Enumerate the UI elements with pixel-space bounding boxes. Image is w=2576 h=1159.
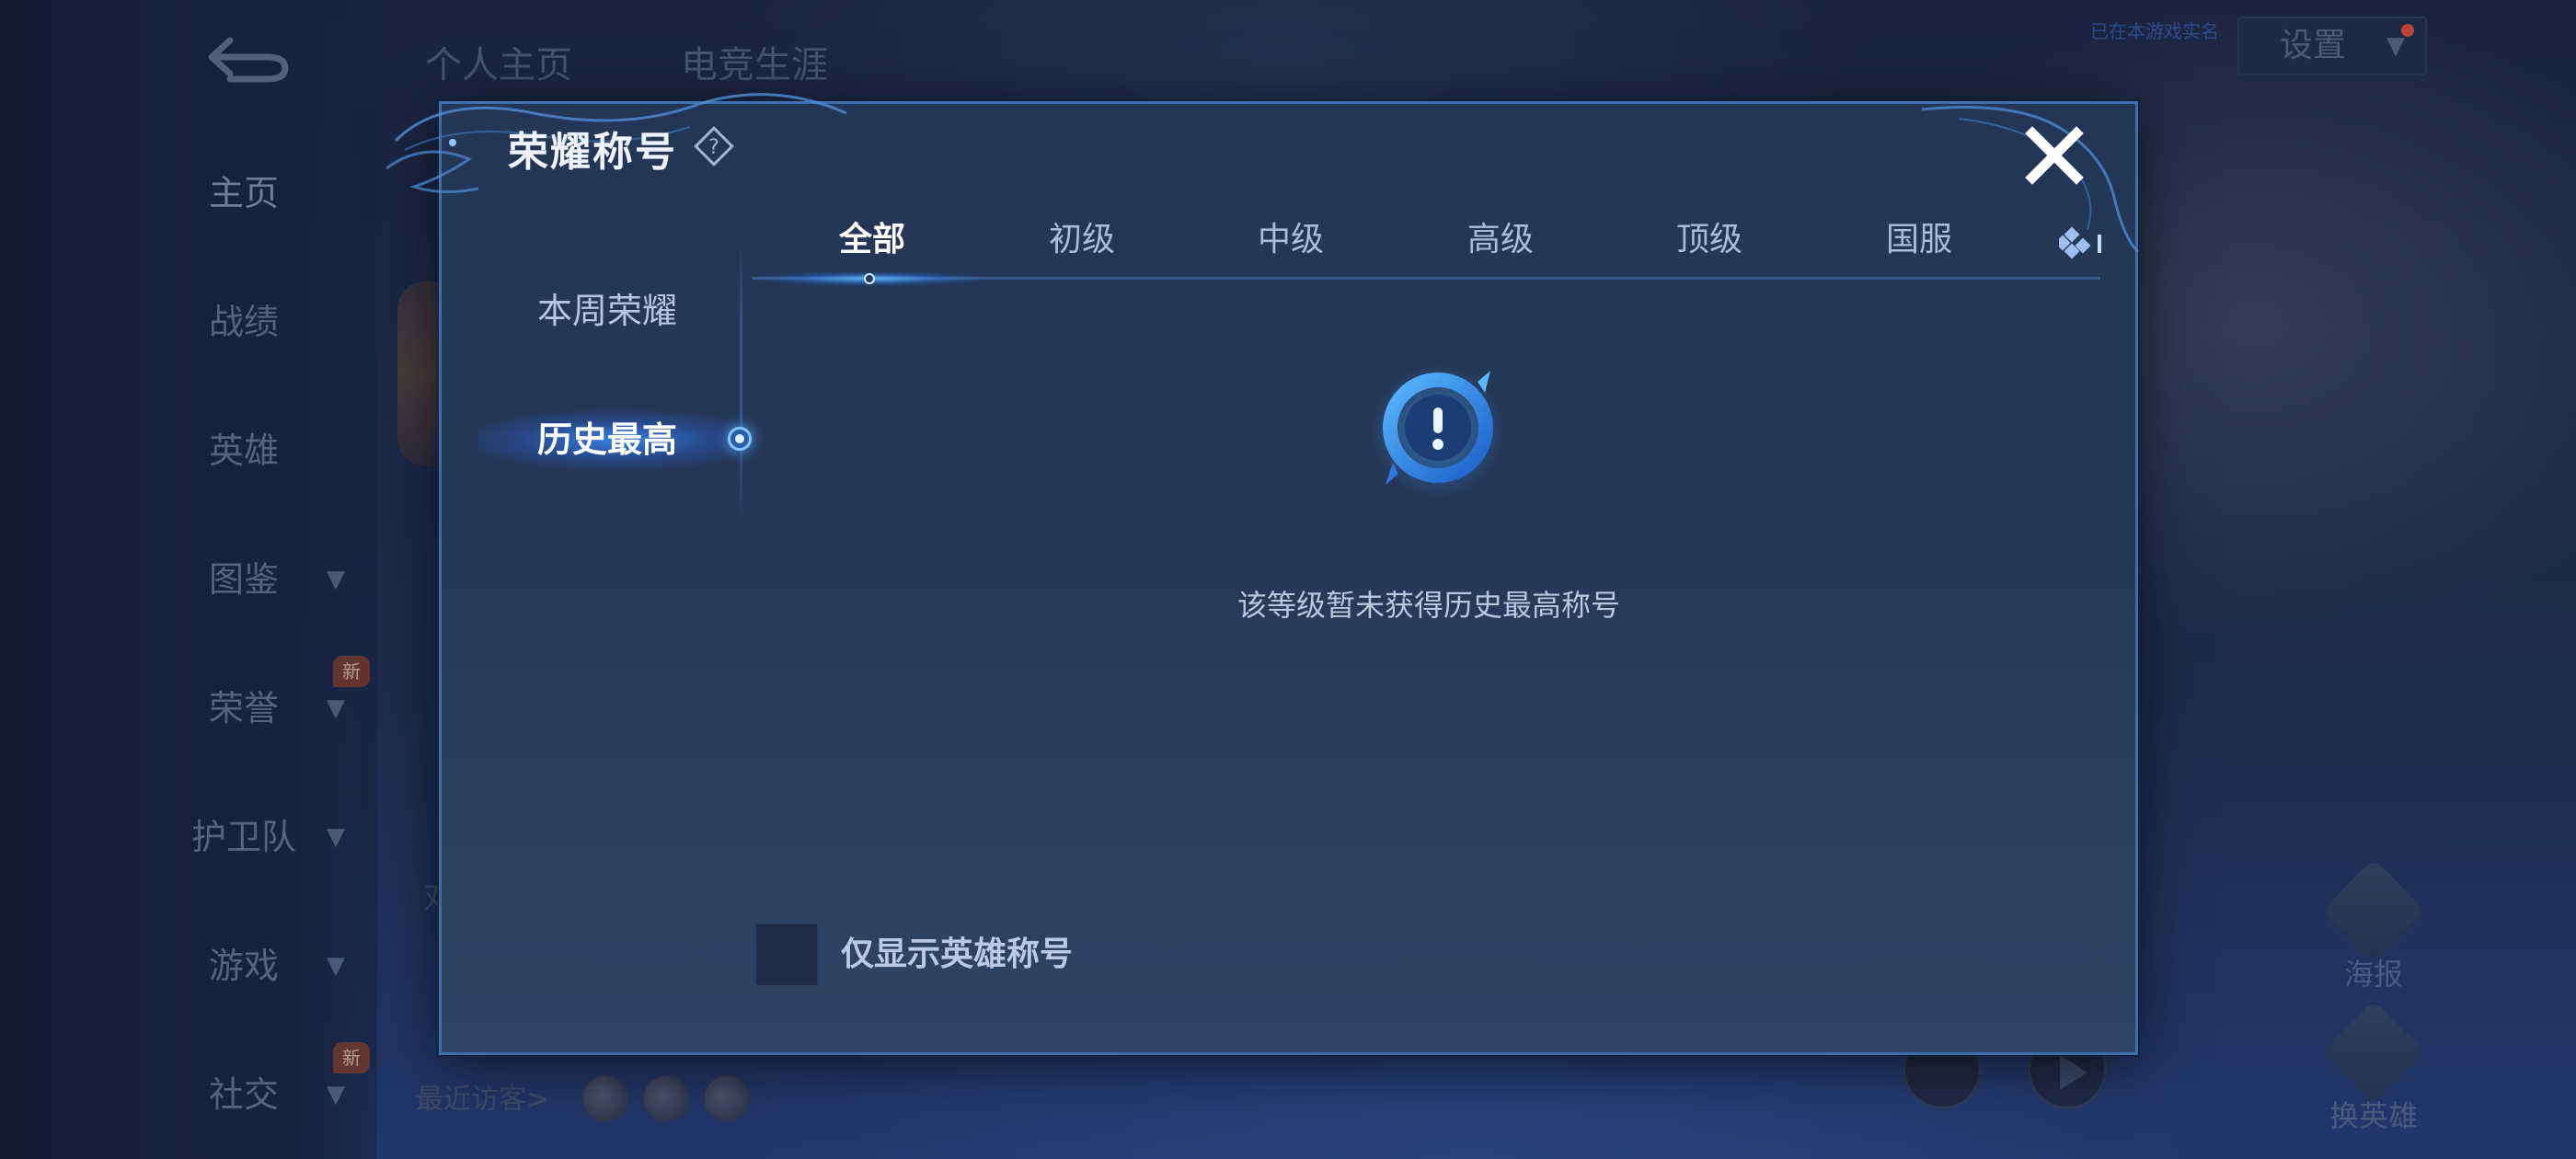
nav-item-label: 主页 (208, 173, 279, 213)
honor-titles-dialog: 荣耀称号 ? 本周荣耀 历史最高 全部 初级 中级 高级 顶级 国服 该等级暂未… (386, 93, 2140, 1055)
level-tab-bar: 全部 初级 中级 高级 顶级 国服 (753, 205, 2105, 288)
selected-indicator-dot (728, 427, 752, 451)
tab-national-server[interactable]: 国服 (1836, 205, 2002, 275)
settings-button[interactable]: 设置 ▼ (2237, 17, 2427, 75)
notification-dot (2401, 24, 2414, 37)
poster-icon (2321, 858, 2426, 963)
side-tabs-divider (740, 242, 742, 518)
nav-item-guard[interactable]: 护卫队 ▼ (175, 805, 359, 869)
chevron-down-icon: ▼ (327, 823, 345, 851)
visitor-avatar[interactable] (703, 1074, 751, 1122)
nav-item-honor[interactable]: 荣誉 ▼ (175, 676, 359, 740)
status-text: 已在本游戏实名 (2090, 20, 2219, 42)
settings-label: 设置 (2280, 27, 2347, 64)
chevron-down-icon: ▼ (327, 566, 345, 593)
nav-item-game[interactable]: 游戏 ▼ (175, 934, 359, 998)
nav-item-label: 战绩 (208, 302, 279, 342)
nav-item-label: 游戏 (208, 946, 279, 986)
nav-item-home[interactable]: 主页 (175, 161, 359, 225)
nav-item-label: 社交 (208, 1074, 279, 1115)
nav-item-label: 图鉴 (208, 559, 279, 600)
back-button[interactable] (193, 29, 294, 85)
nav-item-codex[interactable]: 图鉴 ▼ (175, 547, 359, 612)
nav-item-heroes[interactable]: 英雄 (175, 419, 359, 483)
new-badge: 新 (333, 656, 370, 687)
exclamation-icon (1372, 364, 1504, 497)
dialog-title: 荣耀称号 (508, 129, 677, 176)
hero-titles-checkbox[interactable] (754, 923, 819, 987)
side-tab-history-best[interactable]: 历史最高 (478, 403, 736, 476)
tab-intermediate[interactable]: 中级 (1208, 205, 1374, 275)
nav-item-social[interactable]: 社交 ▼ (175, 1062, 359, 1127)
flame-icon (2321, 1000, 2426, 1105)
tab-top[interactable]: 顶级 (1627, 205, 1792, 275)
more-tabs-icon[interactable] (2059, 225, 2110, 262)
tab-esports-career[interactable]: 电竞生涯 (681, 35, 828, 86)
tab-all[interactable]: 全部 (789, 205, 955, 275)
svg-text:?: ? (708, 136, 719, 159)
poster-label: 海报 (2343, 957, 2403, 992)
chevron-down-icon: ▼ (327, 952, 345, 980)
tab-beginner[interactable]: 初级 (999, 205, 1165, 275)
empty-state: 该等级暂未获得历史最高称号 (753, 361, 2105, 693)
nav-item-records[interactable]: 战绩 (175, 290, 359, 354)
help-icon[interactable]: ? (692, 124, 736, 168)
nav-item-label: 护卫队 (190, 817, 296, 857)
change-hero-label: 换英雄 (2329, 1098, 2418, 1133)
side-tab-weekly-honor[interactable]: 本周荣耀 (478, 274, 736, 348)
new-badge: 新 (333, 1042, 370, 1073)
back-arrow-icon (208, 37, 289, 83)
recent-visitors-link[interactable]: 最近访客> (416, 1074, 549, 1126)
visitor-avatar[interactable] (581, 1074, 629, 1122)
visitor-avatar[interactable] (642, 1074, 690, 1122)
close-icon[interactable] (2021, 122, 2087, 189)
hero-titles-checkbox-label[interactable]: 仅显示英雄称号 (841, 923, 1073, 987)
nav-item-label: 英雄 (208, 430, 279, 471)
tab-advanced[interactable]: 高级 (1418, 205, 1583, 275)
tab-profile[interactable]: 个人主页 (425, 35, 572, 86)
empty-message: 该等级暂未获得历史最高称号 (1236, 588, 1620, 623)
change-hero-button[interactable]: 换英雄 (2318, 1000, 2429, 1135)
nav-item-label: 荣誉 (208, 688, 279, 729)
poster-button[interactable]: 海报 (2318, 858, 2429, 993)
